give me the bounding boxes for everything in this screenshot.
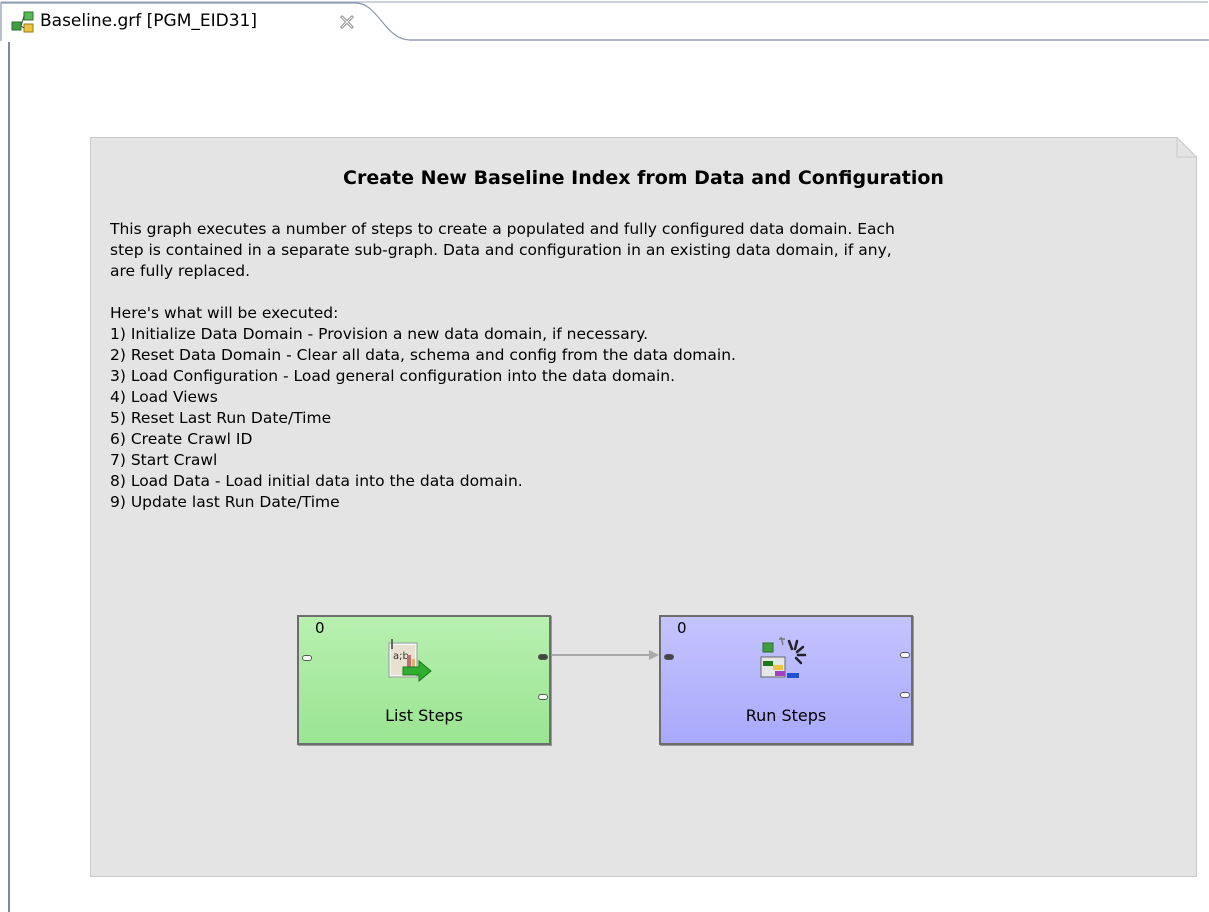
tab-title: Baseline.grf [PGM_EID31] (40, 11, 257, 31)
run-steps-component[interactable]: 0 Run Steps (659, 615, 913, 745)
input-port[interactable] (302, 655, 312, 661)
step-item: 8) Load Data - Load initial data into th… (110, 472, 523, 490)
note-body: This graph executes a number of steps to… (110, 219, 1180, 513)
steps-heading: Here's what will be executed: (110, 304, 339, 322)
note-title: Create New Baseline Index from Data and … (343, 167, 944, 189)
output-port[interactable] (538, 694, 548, 700)
output-port[interactable] (538, 654, 548, 660)
component-label: List Steps (385, 706, 463, 725)
step-item: 7) Start Crawl (110, 451, 218, 469)
svg-text:a;b: a;b (393, 651, 409, 662)
note-intro-line: This graph executes a number of steps to… (110, 220, 895, 238)
tab-baseline-grf[interactable]: Baseline.grf [PGM_EID31] (0, 0, 420, 42)
output-port[interactable] (900, 652, 910, 658)
step-item: 9) Update last Run Date/Time (110, 493, 340, 511)
note-intro-line: step is contained in a separate sub-grap… (110, 241, 892, 259)
step-item: 1) Initialize Data Domain - Provision a … (110, 325, 648, 343)
run-graph-icon (760, 636, 807, 678)
input-port[interactable] (664, 654, 674, 660)
editor-tab-strip: Baseline.grf [PGM_EID31] (0, 0, 1209, 42)
component-label: Run Steps (745, 706, 827, 725)
phase-number: 0 (315, 619, 325, 637)
step-item: 4) Load Views (110, 388, 218, 406)
graph-note[interactable]: Create New Baseline Index from Data and … (90, 137, 1197, 877)
step-item: 6) Create Crawl ID (110, 430, 253, 448)
step-item: 3) Load Configuration - Load general con… (110, 367, 676, 385)
note-spacer (110, 282, 1180, 303)
step-item: 5) Reset Last Run Date/Time (110, 409, 332, 427)
phase-number: 0 (677, 619, 687, 637)
list-steps-component[interactable]: 0 a;b List Steps (297, 615, 551, 745)
close-icon[interactable] (339, 14, 355, 30)
list-steps-icon: a;b (388, 639, 432, 683)
note-intro-line: are fully replaced. (110, 262, 251, 280)
step-item: 2) Reset Data Domain - Clear all data, s… (110, 346, 736, 364)
editor-left-border (8, 42, 10, 912)
output-port[interactable] (900, 692, 910, 698)
graph-file-icon (11, 11, 34, 33)
